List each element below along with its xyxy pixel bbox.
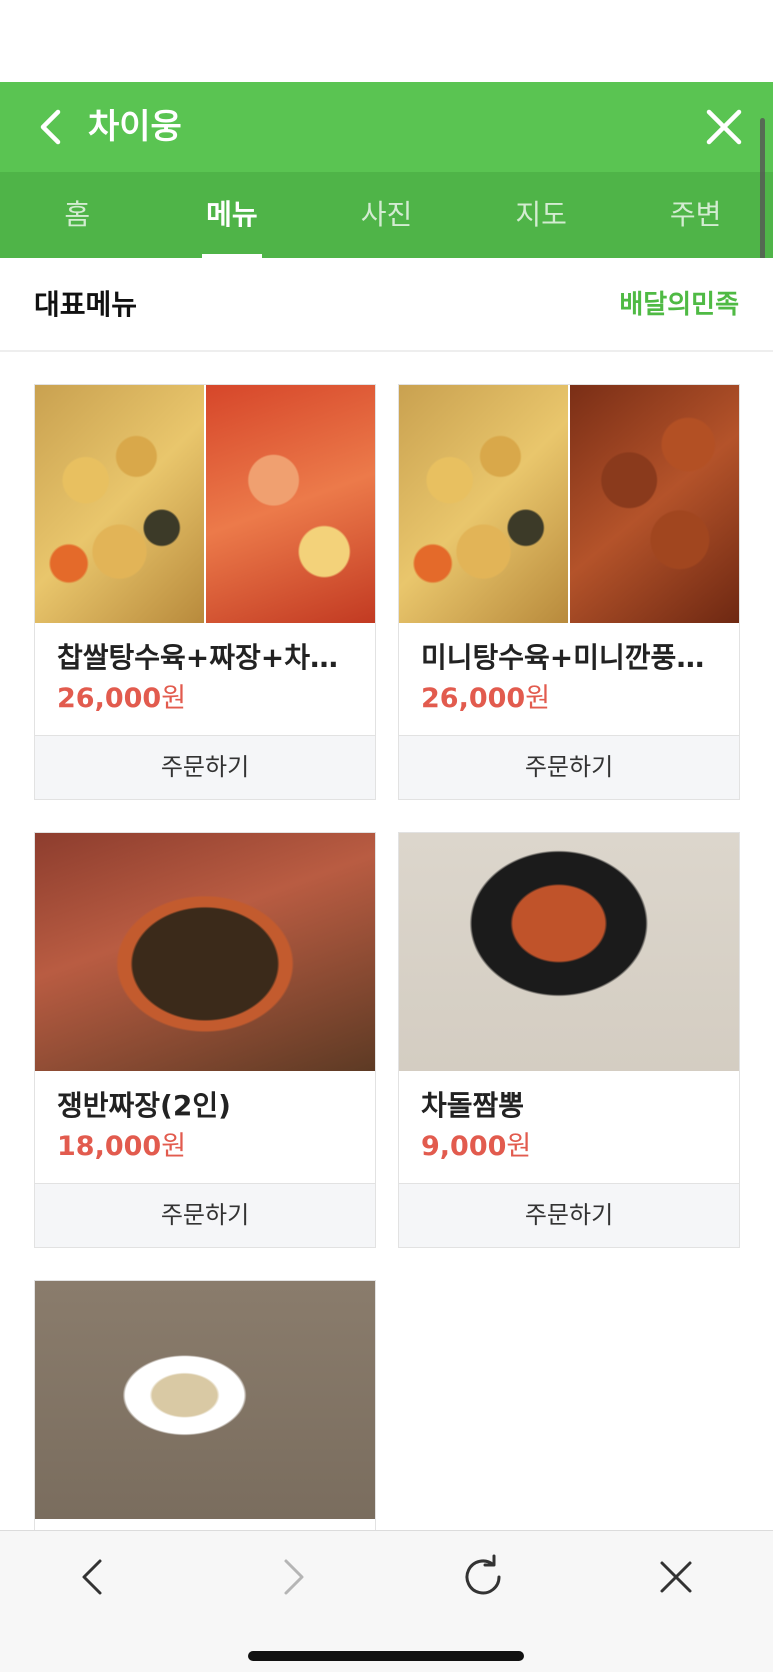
page-title: 차이웅 — [88, 107, 182, 147]
food-image-sweet-sour-pork — [35, 385, 204, 623]
price-currency: 원 — [525, 683, 551, 714]
status-bar-area — [0, 0, 773, 82]
order-button[interactable]: 주문하기 — [35, 735, 375, 799]
browser-reload-button[interactable] — [455, 1549, 511, 1605]
browser-forward-button[interactable] — [264, 1549, 320, 1605]
menu-price: 18,000원 — [57, 1129, 186, 1165]
close-icon — [660, 1561, 692, 1593]
menu-image — [399, 385, 739, 623]
top-header: 차이웅 — [0, 82, 773, 172]
menu-name: 찹쌀탕수육+짜장+차돌짬뽕 — [57, 641, 357, 674]
menu-card[interactable]: 미니탕수육+미니깐풍기+짜장 26,000원 주문하기 — [398, 384, 740, 800]
close-icon — [706, 109, 742, 145]
menu-card[interactable]: 찹쌀탕수육+짜장+차돌짬뽕 26,000원 주문하기 — [34, 384, 376, 800]
menu-card[interactable]: 차돌짬뽕 9,000원 주문하기 — [398, 832, 740, 1248]
close-button[interactable] — [697, 100, 751, 154]
home-indicator[interactable] — [248, 1651, 524, 1661]
order-button[interactable]: 주문하기 — [399, 1183, 739, 1247]
price-value: 26,000 — [57, 683, 162, 714]
arrow-right-icon — [284, 1559, 304, 1595]
tab-photos[interactable]: 사진 — [309, 172, 464, 258]
menu-image — [35, 385, 375, 623]
food-image-tray-jjajang — [35, 833, 375, 1071]
price-currency: 원 — [161, 1131, 187, 1162]
food-image-chadol-jjamppong — [399, 833, 739, 1071]
order-button[interactable]: 주문하기 — [399, 735, 739, 799]
price-value: 18,000 — [57, 1131, 162, 1162]
food-image-rice-bowl — [35, 1281, 375, 1519]
price-currency: 원 — [161, 683, 187, 714]
browser-back-button[interactable] — [66, 1549, 122, 1605]
menu-card[interactable]: 쟁반짜장(2인) 18,000원 주문하기 — [34, 832, 376, 1248]
menu-name: 차돌짬뽕 — [421, 1089, 525, 1122]
menu-card[interactable] — [34, 1280, 376, 1530]
section-header: 대표메뉴 배달의민족 — [0, 258, 773, 352]
delivery-app-link[interactable]: 배달의민족 — [619, 286, 739, 324]
browser-close-button[interactable] — [648, 1549, 704, 1605]
price-currency: 원 — [506, 1131, 532, 1162]
menu-price: 9,000원 — [421, 1129, 531, 1165]
price-value: 26,000 — [421, 683, 526, 714]
food-image-jjamppong — [206, 385, 375, 623]
tab-bar: 홈 메뉴 사진 지도 주변 — [0, 172, 773, 258]
price-value: 9,000 — [421, 1131, 507, 1162]
back-button[interactable] — [26, 100, 80, 154]
menu-name: 쟁반짜장(2인) — [57, 1089, 231, 1122]
browser-toolbar — [0, 1530, 773, 1672]
tab-nearby[interactable]: 주변 — [618, 172, 773, 258]
reload-icon — [465, 1554, 501, 1595]
menu-price: 26,000원 — [57, 681, 186, 717]
tab-home[interactable]: 홈 — [0, 172, 155, 258]
chevron-left-icon — [40, 109, 61, 145]
order-button[interactable]: 주문하기 — [35, 1183, 375, 1247]
arrow-left-icon — [82, 1559, 102, 1595]
tab-map[interactable]: 지도 — [464, 172, 619, 258]
section-title: 대표메뉴 — [34, 288, 138, 321]
menu-name: 미니탕수육+미니깐풍기+짜장 — [421, 641, 721, 674]
menu-price: 26,000원 — [421, 681, 550, 717]
food-image-sweet-sour-pork — [399, 385, 568, 623]
tab-menu[interactable]: 메뉴 — [155, 172, 310, 258]
food-image-kkanpunggi — [570, 385, 739, 623]
